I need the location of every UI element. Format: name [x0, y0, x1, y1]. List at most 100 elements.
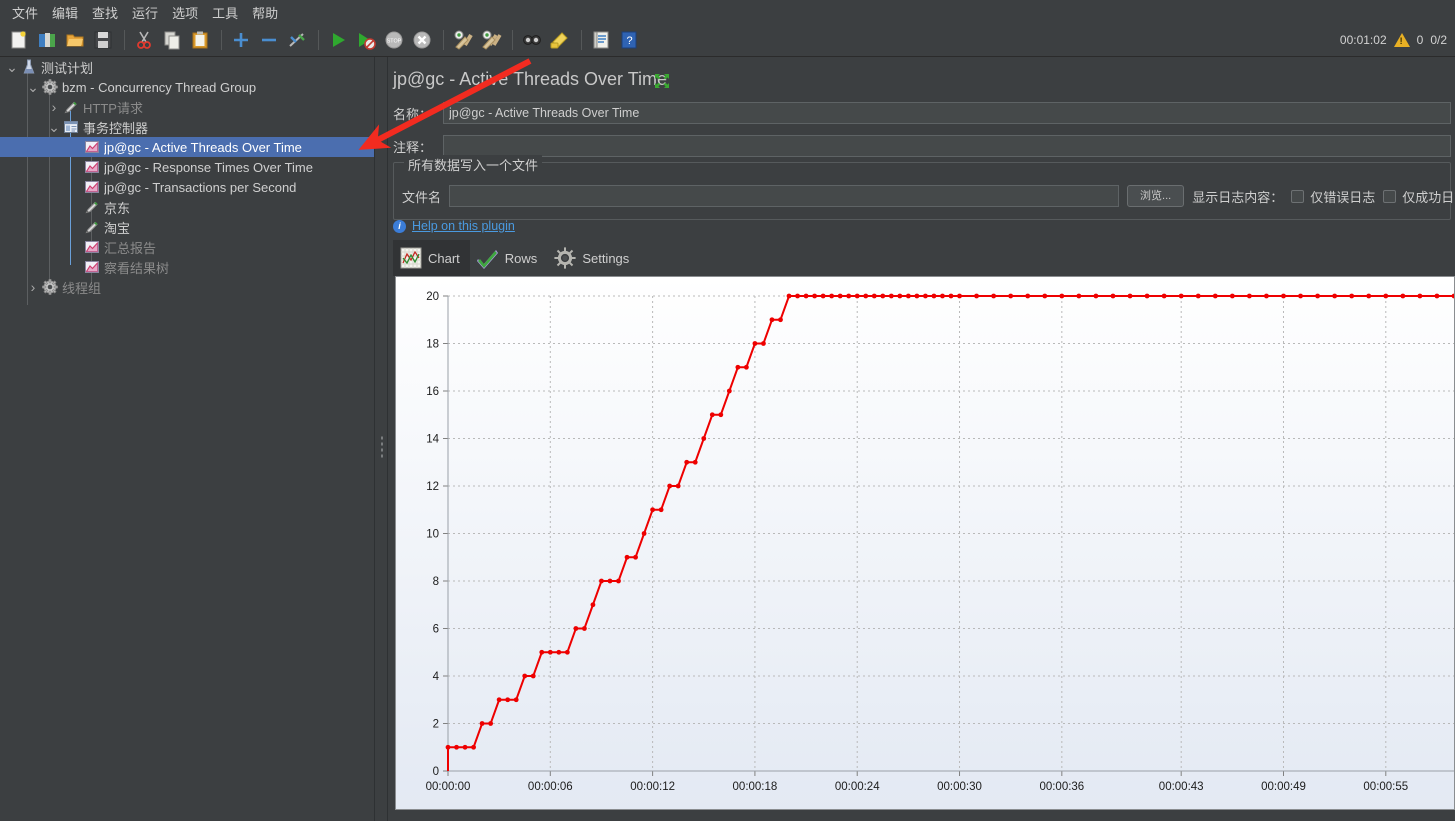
help-link-row[interactable]: i Help on this plugin [393, 219, 515, 233]
menu-tools[interactable]: 工具 [205, 1, 245, 24]
active-threads-count: 0/2 [1430, 33, 1447, 47]
chevron-down-icon[interactable]: ⌄ [25, 79, 41, 95]
comment-label: 注释： [393, 139, 433, 155]
menu-run[interactable]: 运行 [125, 1, 165, 24]
stop-icon[interactable]: STOP [381, 27, 407, 53]
collapse-all-icon[interactable] [256, 27, 282, 53]
tree-node-0[interactable]: ⌄ 测试计划 [0, 57, 374, 77]
save-icon[interactable] [90, 27, 116, 53]
expand-fullscreen-icon[interactable] [654, 73, 670, 89]
paste-icon[interactable] [187, 27, 213, 53]
svg-text:?: ? [626, 35, 632, 47]
tab-chart[interactable]: Chart [393, 240, 470, 276]
success-only-checkbox-row[interactable]: 仅成功日志 [1383, 187, 1455, 206]
expand-all-icon[interactable] [228, 27, 254, 53]
pane-splitter[interactable] [374, 57, 388, 821]
errors-only-checkbox-row[interactable]: 仅错误日志 [1291, 187, 1375, 206]
menu-search[interactable]: 查找 [85, 1, 125, 24]
name-field-row: 名称： [393, 102, 1451, 124]
help-on-plugin-link[interactable]: Help on this plugin [412, 219, 515, 233]
tab-rows[interactable]: Rows [470, 240, 548, 276]
svg-text:0: 0 [433, 766, 439, 778]
menu-bar: 文件 编辑 查找 运行 选项 工具 帮助 [0, 0, 1455, 24]
reset-search-icon[interactable] [547, 27, 573, 53]
new-file-icon[interactable] [6, 27, 32, 53]
browse-button[interactable]: 浏览... [1127, 185, 1185, 207]
menu-help[interactable]: 帮助 [245, 1, 285, 24]
success-only-label: 仅成功日志 [1402, 189, 1455, 205]
comment-input[interactable] [443, 135, 1451, 157]
chart-icon [399, 246, 423, 270]
svg-text:00:00:43: 00:00:43 [1159, 781, 1204, 793]
tree-node-3[interactable]: ⌄ 事务控制器 [0, 117, 374, 137]
thread-group-icon [41, 279, 58, 295]
chevron-down-icon[interactable]: ⌄ [4, 59, 20, 75]
svg-text:2: 2 [433, 719, 439, 731]
toolbar-separator [124, 30, 125, 50]
tree-node-label: 京东 [104, 200, 131, 216]
listener-detail-panel: jp@gc - Active Threads Over Time 名称： 注释：… [389, 57, 1455, 821]
warning-triangle-icon [1393, 33, 1410, 47]
listener-icon [83, 139, 100, 155]
menu-edit[interactable]: 编辑 [45, 1, 85, 24]
start-no-pauses-icon[interactable] [353, 27, 379, 53]
page-title: jp@gc - Active Threads Over Time [393, 69, 668, 89]
tab-label: Settings [582, 250, 630, 266]
svg-text:00:00:30: 00:00:30 [937, 781, 982, 793]
sampler-icon [83, 199, 100, 215]
tree-node-1[interactable]: ⌄ bzm - Concurrency Thread Group [0, 77, 374, 97]
tree-node-7[interactable]: 京东 [0, 197, 374, 217]
svg-text:00:00:36: 00:00:36 [1039, 781, 1084, 793]
tree-node-8[interactable]: 淘宝 [0, 217, 374, 237]
menu-file[interactable]: 文件 [5, 1, 45, 24]
svg-text:4: 4 [433, 671, 440, 683]
errors-only-checkbox[interactable] [1291, 189, 1305, 203]
toolbar-separator [318, 30, 319, 50]
status-area: 00:01:02 0 0/2 [1340, 33, 1455, 47]
tab-settings[interactable]: Settings [547, 240, 639, 276]
shutdown-icon[interactable] [409, 27, 435, 53]
elapsed-time: 00:01:02 [1339, 33, 1387, 47]
copy-icon[interactable] [159, 27, 185, 53]
menu-options[interactable]: 选项 [165, 1, 205, 24]
tree-node-2[interactable]: › HTTP请求 [0, 97, 374, 117]
listener-icon [83, 259, 100, 275]
comment-field-row: 注释： [393, 135, 1451, 157]
svg-text:18: 18 [426, 339, 439, 351]
active-threads-chart[interactable]: bzm - Concurrency Thread Group-ThreadSta… [395, 276, 1455, 810]
svg-text:00:00:55: 00:00:55 [1363, 781, 1408, 793]
function-helper-icon[interactable] [588, 27, 614, 53]
open-folder-icon[interactable] [62, 27, 88, 53]
tree-node-label: bzm - Concurrency Thread Group [62, 79, 257, 95]
clear-all-icon[interactable] [478, 27, 504, 53]
chevron-right-icon[interactable]: › [46, 99, 62, 115]
tree-node-9[interactable]: 汇总报告 [0, 237, 374, 257]
tree-node-6[interactable]: jp@gc - Transactions per Second [0, 177, 374, 197]
listener-icon [83, 239, 100, 255]
chevron-down-icon[interactable]: ⌄ [46, 119, 62, 135]
cut-icon[interactable] [131, 27, 157, 53]
chevron-right-icon[interactable]: › [25, 279, 41, 295]
tree-node-4[interactable]: jp@gc - Active Threads Over Time [0, 137, 374, 157]
sampler-icon [62, 99, 79, 115]
search-icon[interactable] [519, 27, 545, 53]
templates-icon[interactable] [34, 27, 60, 53]
tree-node-11[interactable]: › 线程组 [0, 277, 374, 297]
toggle-icon[interactable] [284, 27, 310, 53]
splitter-grip[interactable] [380, 435, 384, 459]
tree-node-5[interactable]: jp@gc - Response Times Over Time [0, 157, 374, 177]
success-only-checkbox[interactable] [1383, 189, 1397, 203]
name-input[interactable] [443, 102, 1451, 124]
test-plan-tree[interactable]: ⌄ 测试计划 ⌄ bzm - Concurrency Thread Group › HTT… [0, 57, 374, 821]
clear-icon[interactable] [450, 27, 476, 53]
controller-icon [62, 119, 79, 135]
tree-node-10[interactable]: 察看结果树 [0, 257, 374, 277]
filename-label: 文件名 [402, 189, 442, 205]
filename-input[interactable] [449, 185, 1120, 207]
help-icon[interactable]: ? [616, 27, 642, 53]
tab-bar: Chart Rows Settings [393, 240, 1451, 276]
svg-text:00:00:00: 00:00:00 [426, 781, 471, 793]
start-icon[interactable] [325, 27, 351, 53]
write-results-group: 所有数据写入一个文件 文件名 浏览... 显示日志内容： 仅错误日志 仅成功日志 [393, 155, 1455, 220]
toolbar: STOP? 00:01:02 0 0/2 [0, 24, 1455, 57]
